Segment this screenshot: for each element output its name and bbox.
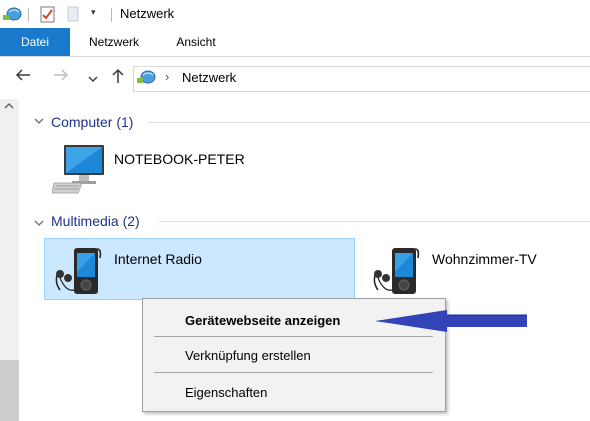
media-player-icon [50,242,104,301]
scroll-up-icon[interactable] [4,102,14,113]
separator [111,8,112,22]
window-title: Netzwerk [120,6,175,21]
menu-item-show-device-webpage[interactable]: Gerätewebseite anzeigen [185,313,340,328]
group-heading-multimedia[interactable]: Multimedia (2) [51,213,140,229]
network-app-icon [3,5,23,26]
group-collapse-chevron-icon[interactable] [34,116,44,128]
breadcrumb-netzwerk[interactable]: Netzwerk [182,70,236,85]
network-icon [137,68,157,89]
tab-netzwerk[interactable]: Netzwerk [74,28,154,56]
new-folder-icon[interactable] [66,5,80,26]
ribbon-tabs: Datei Netzwerk Ansicht [0,28,590,57]
computer-icon [51,143,106,198]
group-heading-computer[interactable]: Computer (1) [51,114,133,130]
device-label-internet-radio[interactable]: Internet Radio [114,251,202,267]
menu-item-create-shortcut[interactable]: Verknüpfung erstellen [185,348,311,363]
group-divider [148,122,590,123]
annotation-arrow-icon [375,307,530,338]
device-label-notebook-peter[interactable]: NOTEBOOK-PETER [114,151,245,167]
forward-arrow-icon[interactable] [52,67,70,88]
menu-item-properties[interactable]: Eigenschaften [185,385,267,400]
title-bar [0,0,590,28]
tab-datei[interactable]: Datei [0,28,70,56]
group-divider [159,221,590,222]
customize-quick-access-icon[interactable]: ▾ [91,7,96,18]
tab-ansicht[interactable]: Ansicht [160,28,232,56]
up-arrow-icon[interactable] [110,67,126,90]
device-label-wohnzimmer-tv[interactable]: Wohnzimmer-TV [432,251,537,267]
media-player-icon [368,242,422,301]
scrollbar-thumb[interactable] [0,360,19,421]
breadcrumb-chevron-icon[interactable]: › [165,69,169,84]
back-arrow-icon[interactable] [14,67,32,88]
group-collapse-chevron-icon[interactable] [34,218,44,230]
recent-locations-chevron-icon[interactable] [88,70,98,88]
menu-separator [154,372,433,373]
separator [28,8,29,22]
properties-icon[interactable] [40,5,56,26]
